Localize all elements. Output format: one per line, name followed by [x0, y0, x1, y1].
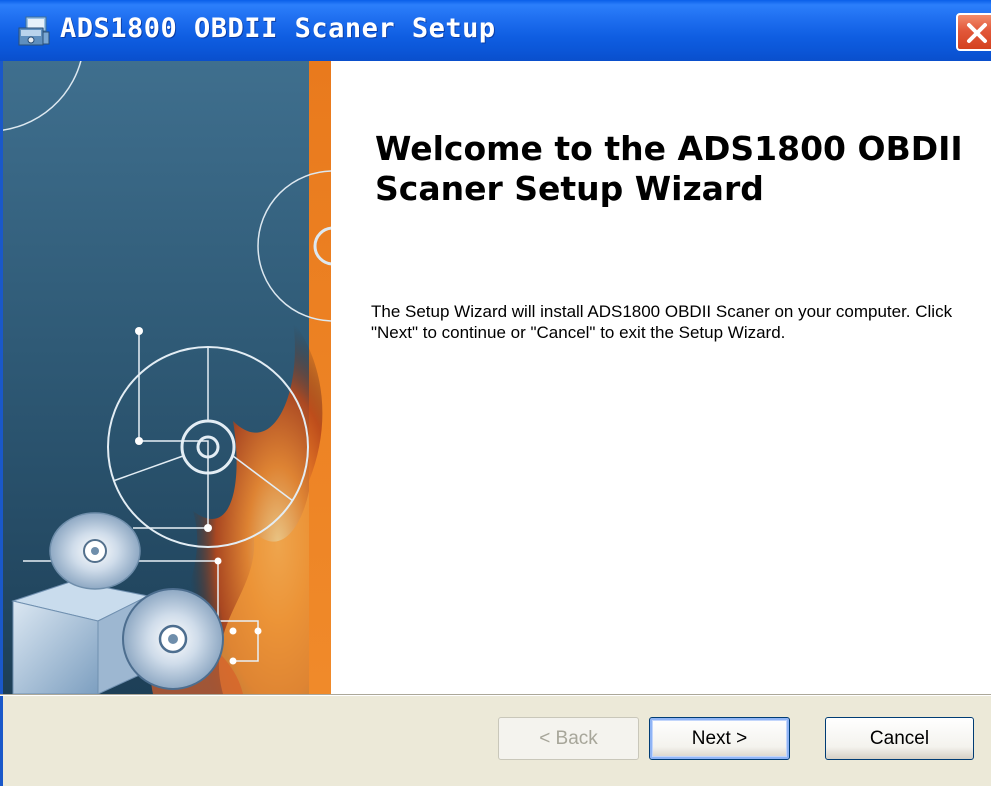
- next-button[interactable]: Next >: [649, 717, 790, 760]
- wizard-side-banner: [0, 61, 331, 694]
- close-icon: [967, 23, 987, 43]
- back-button[interactable]: < Back: [498, 717, 639, 760]
- close-button[interactable]: [956, 13, 991, 51]
- cancel-button[interactable]: Cancel: [825, 717, 974, 760]
- installer-icon: [18, 16, 50, 46]
- setup-wizard-window: ADS1800 OBDII Scaner Setup Welcome to th…: [0, 0, 991, 786]
- welcome-description: The Setup Wizard will install ADS1800 OB…: [371, 302, 953, 342]
- title-bar[interactable]: ADS1800 OBDII Scaner Setup: [0, 0, 991, 61]
- welcome-panel: Welcome to the ADS1800 OBDII Scaner Setu…: [331, 61, 991, 694]
- welcome-heading: Welcome to the ADS1800 OBDII Scaner Setu…: [375, 129, 963, 208]
- button-bar: < Back Next > Cancel: [0, 696, 991, 786]
- banner-illustration: [3, 61, 331, 694]
- window-title: ADS1800 OBDII Scaner Setup: [60, 13, 496, 44]
